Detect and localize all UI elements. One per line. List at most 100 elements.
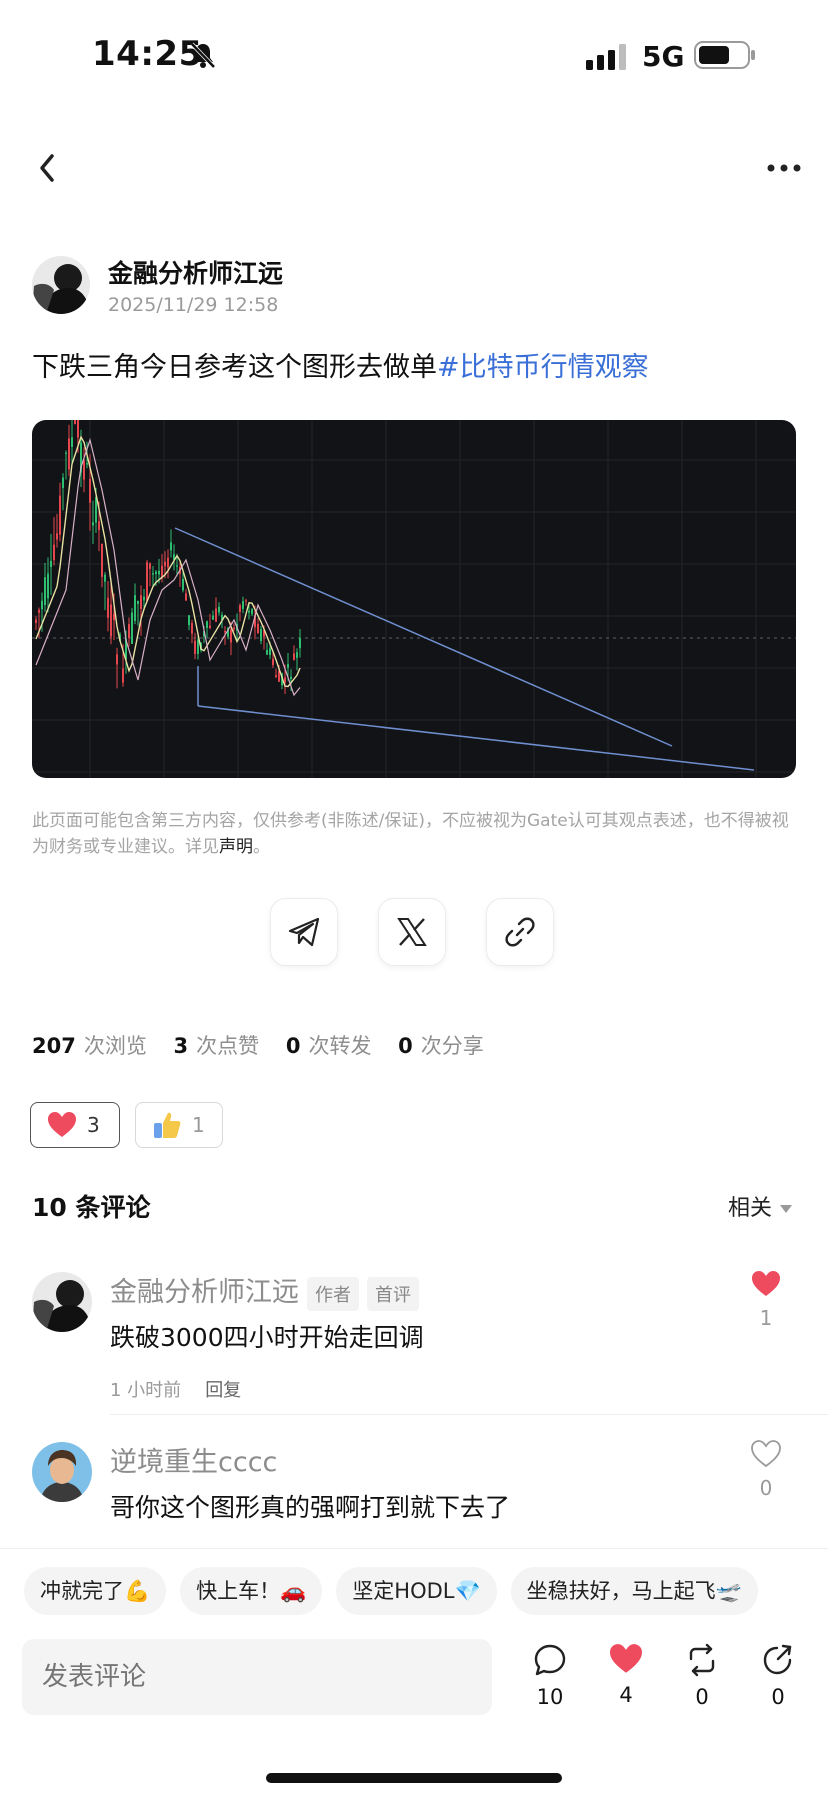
- quick-reply-chip[interactable]: 坐稳扶好，马上起飞🛫: [510, 1567, 758, 1615]
- disclaimer-end: 。: [253, 837, 270, 857]
- comment-text: 哥你这个图形真的强啊打到就下去了: [110, 1493, 511, 1522]
- candle-body: [116, 654, 118, 665]
- candle-body: [131, 612, 133, 644]
- quick-reply-chip[interactable]: 冲就完了💪: [24, 1567, 167, 1615]
- candle-body: [140, 595, 142, 609]
- sort-dropdown[interactable]: 相关: [728, 1190, 792, 1222]
- first-comment-tag: 首评: [367, 1276, 419, 1311]
- caret-down-icon: [780, 1205, 792, 1213]
- nav-bar: [0, 140, 828, 196]
- disclaimer-link[interactable]: 声明: [219, 837, 253, 857]
- candle-body: [194, 640, 196, 654]
- comment-author[interactable]: 金融分析师江远 作者 首评: [110, 1270, 419, 1311]
- candle-body: [299, 638, 301, 649]
- comments-title: 10 条评论: [32, 1193, 151, 1222]
- candle-body: [65, 452, 67, 454]
- like-action-count: 4: [619, 1683, 633, 1707]
- repost-action-count: 0: [695, 1685, 709, 1709]
- thumbs-up-icon: [154, 1112, 181, 1138]
- share-action[interactable]: 0: [748, 1643, 808, 1709]
- candle-body: [176, 565, 178, 567]
- share-row: [270, 898, 560, 968]
- post-chart-image[interactable]: [32, 420, 796, 778]
- reply-button[interactable]: 回复: [205, 1380, 241, 1401]
- candle-body: [188, 615, 190, 626]
- comment-author-name: 金融分析师江远: [110, 1277, 299, 1308]
- candle-body: [218, 606, 220, 613]
- thumb-reaction-count: 1: [192, 1113, 205, 1137]
- quick-reply-chips: 冲就完了💪 快上车！🚗 坚定HODL💎 坐稳扶好，马上起飞🛫: [24, 1567, 828, 1615]
- candle-body: [74, 420, 76, 425]
- candle-body: [245, 600, 247, 602]
- sort-label: 相关: [727, 1196, 772, 1221]
- share-action-count: 0: [771, 1685, 785, 1709]
- back-icon[interactable]: [30, 146, 70, 190]
- share-telegram-button[interactable]: [270, 898, 338, 966]
- comment-author-name: 逆境重生cccc: [110, 1447, 278, 1478]
- candle-body: [293, 653, 295, 660]
- candle-body: [185, 593, 187, 601]
- comment-item: 逆境重生cccc 哥你这个图形真的强啊打到就下去了 0: [32, 1440, 796, 1550]
- candle-body: [233, 627, 235, 630]
- share-x-button[interactable]: [378, 898, 446, 966]
- candle-body: [275, 675, 277, 677]
- comments-header: 10 条评论 相关: [32, 1188, 792, 1228]
- candle-body: [209, 625, 211, 628]
- home-indicator: [266, 1773, 562, 1783]
- candle-body: [110, 604, 112, 637]
- post-author: 金融分析师江远 2025/11/29 12:58: [32, 252, 792, 322]
- comment-like-count: 1: [759, 1306, 773, 1330]
- candle-body: [290, 676, 292, 679]
- disclaimer: 此页面可能包含第三方内容，仅供参考(非陈述/保证)，不应被视为Gate认可其观点…: [32, 808, 792, 860]
- candle-body: [107, 597, 109, 618]
- more-options-icon[interactable]: [762, 146, 806, 190]
- repost-action[interactable]: 0: [672, 1643, 732, 1709]
- candle-body: [161, 565, 163, 577]
- shares-count: 0: [398, 1034, 413, 1058]
- candle-body: [167, 557, 169, 568]
- post-stats: 207 次浏览 3 次点赞 0 次转发 0 次分享: [32, 1030, 504, 1060]
- comment-divider: [110, 1414, 828, 1415]
- thumb-reaction-button[interactable]: 1: [135, 1102, 223, 1148]
- hashtag-link[interactable]: #比特币行情观察: [437, 352, 649, 383]
- comment-author[interactable]: 逆境重生cccc: [110, 1440, 277, 1479]
- candle-body: [59, 495, 61, 535]
- comment-text: 跌破3000四小时开始走回调: [110, 1323, 424, 1352]
- status-bar: 14:25 5G: [0, 0, 828, 110]
- comment-avatar[interactable]: [32, 1272, 92, 1332]
- like-action[interactable]: 4: [596, 1643, 656, 1707]
- bell-muted-icon: [190, 42, 216, 69]
- heart-filled-icon: [752, 1271, 780, 1296]
- author-avatar[interactable]: [32, 256, 90, 314]
- candle-body: [242, 601, 244, 609]
- heart-icon: [48, 1112, 76, 1137]
- author-name[interactable]: 金融分析师江远: [108, 254, 283, 290]
- comment-like-button[interactable]: 1: [746, 1270, 786, 1330]
- comments-action-count: 10: [536, 1685, 564, 1709]
- trendline-lower: [197, 705, 755, 771]
- post-text: 下跌三角今日参考这个图形去做单#比特币行情观察: [32, 348, 802, 388]
- candle-body: [149, 563, 151, 569]
- candle-body: [239, 605, 241, 612]
- candle-body: [38, 609, 40, 613]
- share-arrow-icon: [763, 1644, 792, 1675]
- quick-reply-chip[interactable]: 快上车！🚗: [180, 1567, 323, 1615]
- candle-body: [128, 624, 130, 639]
- comments-action[interactable]: 10: [520, 1643, 580, 1709]
- quick-reply-chip[interactable]: 坚定HODL💎: [336, 1567, 497, 1615]
- comment-input[interactable]: [22, 1639, 492, 1715]
- heart-outline-icon: [751, 1440, 781, 1468]
- candle-body: [98, 521, 100, 530]
- candle-body: [146, 562, 148, 601]
- candle-body: [62, 477, 64, 488]
- comment-like-button[interactable]: 0: [746, 1440, 786, 1500]
- shares-label: 次分享: [420, 1034, 484, 1058]
- candle-body: [86, 463, 88, 465]
- comment-avatar[interactable]: [32, 1442, 92, 1502]
- candlesticks: [35, 420, 301, 695]
- views-label: 次浏览: [83, 1034, 147, 1058]
- candle-body: [152, 573, 154, 575]
- copy-link-button[interactable]: [486, 898, 554, 966]
- candle-body: [122, 668, 124, 683]
- heart-reaction-button[interactable]: 3: [30, 1102, 120, 1148]
